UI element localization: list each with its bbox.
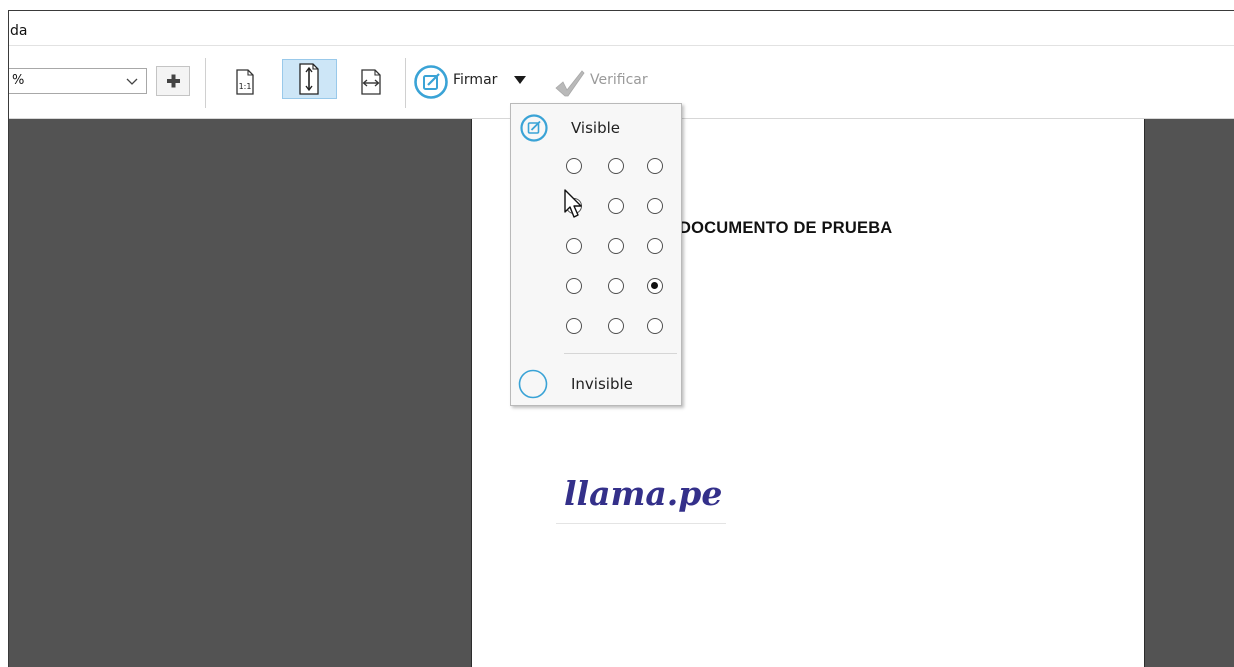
- checkmark-icon: [555, 70, 585, 97]
- sign-pen-icon: [520, 114, 548, 142]
- position-radio-1-1[interactable]: [566, 158, 582, 174]
- document-title: DOCUMENTO DE PRUEBA: [679, 219, 893, 237]
- chevron-down-icon: [126, 78, 138, 85]
- sign-label: Firmar: [453, 72, 498, 88]
- visible-option[interactable]: Visible: [511, 110, 681, 146]
- position-radio-4-1[interactable]: [566, 278, 582, 294]
- sign-pen-icon: [414, 65, 448, 99]
- verify-button[interactable]: Verificar: [590, 72, 648, 88]
- position-radio-5-3[interactable]: [647, 318, 663, 334]
- toolbar-divider: [405, 58, 406, 108]
- svg-text:1:1: 1:1: [239, 82, 252, 91]
- fit-height-icon: [299, 63, 319, 95]
- fit-width-icon: [361, 69, 381, 95]
- toolbar-divider: [205, 58, 206, 108]
- dropdown-divider: [564, 353, 677, 354]
- actual-size-1-1-icon: 1:1: [236, 69, 254, 95]
- zoom-in-button[interactable]: [156, 66, 190, 96]
- circle-icon: [518, 369, 548, 399]
- visible-label: Visible: [571, 119, 620, 137]
- menu-bar: da: [9, 11, 1234, 46]
- position-radio-1-3[interactable]: [647, 158, 663, 174]
- position-radio-3-1[interactable]: [566, 238, 582, 254]
- position-radio-3-2[interactable]: [608, 238, 624, 254]
- zoom-value: %: [12, 73, 25, 88]
- zoom-select[interactable]: %: [9, 68, 147, 94]
- position-radio-3-3[interactable]: [647, 238, 663, 254]
- invisible-label: Invisible: [571, 375, 633, 393]
- menu-item-partial[interactable]: da: [10, 23, 27, 39]
- triangle-down-icon[interactable]: [514, 76, 526, 84]
- invisible-option[interactable]: Invisible: [511, 366, 681, 402]
- mouse-pointer-icon: [564, 189, 582, 218]
- position-radio-1-2[interactable]: [608, 158, 624, 174]
- llama-pe-logo: llama.pe: [564, 474, 723, 513]
- position-radio-4-2[interactable]: [608, 278, 624, 294]
- position-radio-4-3[interactable]: [647, 278, 663, 294]
- plus-icon: [167, 74, 180, 88]
- sign-options-dropdown: Visible Invisible: [510, 103, 682, 406]
- fit-height-button[interactable]: [282, 59, 337, 99]
- actual-size-button[interactable]: 1:1: [228, 62, 260, 102]
- logo-underline: [556, 523, 726, 524]
- position-radio-2-3[interactable]: [647, 198, 663, 214]
- position-radio-5-2[interactable]: [608, 318, 624, 334]
- position-radio-5-1[interactable]: [566, 318, 582, 334]
- fit-width-button[interactable]: [355, 62, 387, 102]
- position-radio-2-2[interactable]: [608, 198, 624, 214]
